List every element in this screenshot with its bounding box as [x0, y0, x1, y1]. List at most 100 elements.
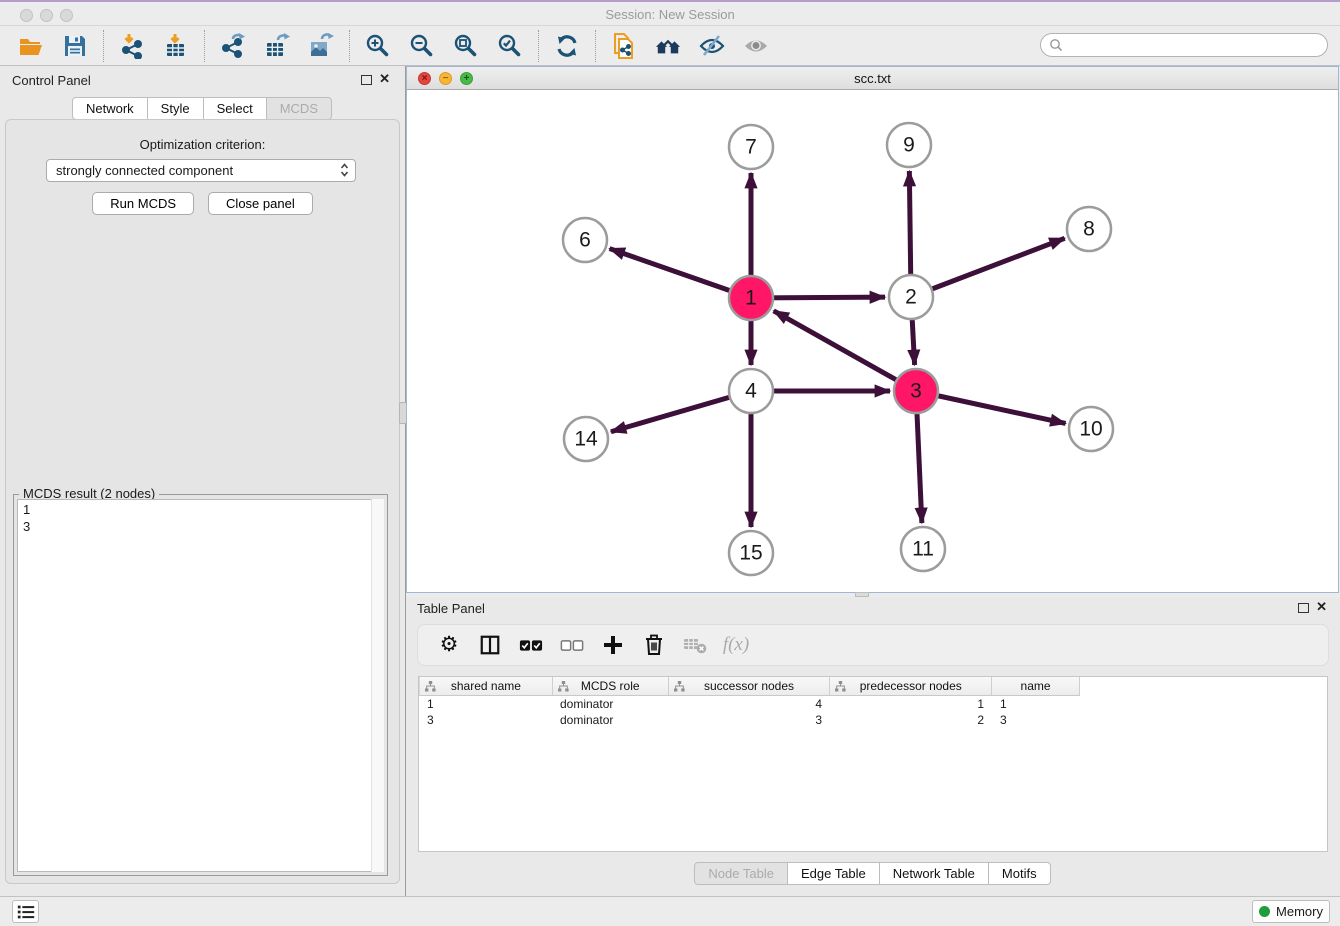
show-column-panel-icon[interactable] [478, 633, 502, 657]
zoom-out-icon[interactable] [409, 33, 435, 59]
tab-mcds[interactable]: MCDS [266, 97, 332, 120]
cell-successor-nodes[interactable]: 3 [668, 713, 830, 727]
cell-predecessor-nodes[interactable]: 1 [830, 697, 992, 711]
optimization-select[interactable]: strongly connected component [46, 159, 356, 182]
duplicate-network-icon[interactable] [611, 33, 637, 59]
task-history-button[interactable] [12, 900, 39, 923]
table-panel-title: Table Panel [417, 601, 485, 616]
control-panel-title: Control Panel [12, 73, 91, 88]
attribute-icon [835, 681, 846, 692]
table-panel-float-icon[interactable] [1298, 603, 1309, 613]
svg-text:1: 1 [745, 287, 757, 310]
table-panel-close-icon[interactable]: ✕ [1316, 599, 1327, 615]
graph-node-10[interactable]: 10 [1069, 407, 1113, 451]
import-table-icon[interactable] [163, 33, 189, 59]
attribute-icon [674, 681, 685, 692]
tab-edge-table[interactable]: Edge Table [787, 862, 880, 885]
mcds-buttons: Run MCDS Close panel [6, 192, 399, 215]
graph-node-11[interactable]: 11 [901, 527, 945, 571]
graph-node-7[interactable]: 7 [729, 125, 773, 169]
graph-node-4[interactable]: 4 [729, 369, 773, 413]
svg-text:3: 3 [910, 380, 922, 403]
table-row[interactable]: 3 dominator 3 2 3 [419, 712, 1327, 728]
edge-2-8[interactable] [911, 238, 1065, 297]
export-image-icon[interactable] [308, 33, 334, 59]
select-all-rows-icon[interactable] [519, 633, 543, 657]
cell-successor-nodes[interactable]: 4 [668, 697, 830, 711]
tab-motifs[interactable]: Motifs [988, 862, 1051, 885]
hide-selected-icon[interactable] [699, 33, 725, 59]
export-table-icon[interactable] [264, 33, 290, 59]
cell-shared-name[interactable]: 3 [419, 713, 552, 727]
tab-style[interactable]: Style [147, 97, 204, 120]
graph-node-1[interactable]: 1 [729, 276, 773, 320]
cell-shared-name[interactable]: 1 [419, 697, 552, 711]
main-toolbar [0, 26, 1340, 66]
export-network-icon[interactable] [220, 33, 246, 59]
memory-status-icon [1259, 906, 1270, 917]
graph-node-14[interactable]: 14 [564, 417, 608, 461]
cell-mcds-role[interactable]: dominator [552, 697, 668, 711]
network-view-window: × − + scc.txt 7968124314101511 [406, 66, 1339, 593]
column-header-shared-name[interactable]: shared name [420, 677, 553, 695]
network-canvas[interactable]: 7 9 6 8 1 2 4 3 14 10 15 11 [407, 90, 1338, 592]
graph-node-3[interactable]: 3 [894, 369, 938, 413]
cell-name[interactable]: 3 [992, 713, 1080, 727]
tab-network[interactable]: Network [72, 97, 148, 120]
import-network-icon[interactable] [119, 33, 145, 59]
result-scrollbar[interactable] [371, 499, 384, 872]
tab-select[interactable]: Select [203, 97, 267, 120]
cell-predecessor-nodes[interactable]: 2 [830, 713, 992, 727]
save-session-icon[interactable] [62, 33, 88, 59]
toolbar-separator [103, 30, 104, 62]
toolbar-separator [538, 30, 539, 62]
create-column-icon[interactable] [601, 633, 625, 657]
graph-node-2[interactable]: 2 [889, 275, 933, 319]
edge-3-1[interactable] [774, 311, 916, 391]
zoom-in-icon[interactable] [365, 33, 391, 59]
control-panel-close-icon[interactable]: ✕ [379, 71, 390, 87]
column-header-mcds-role[interactable]: MCDS role [553, 677, 669, 695]
graph-node-6[interactable]: 6 [563, 218, 607, 262]
column-header-predecessor-nodes[interactable]: predecessor nodes [830, 677, 992, 695]
search-field[interactable] [1040, 33, 1328, 57]
first-neighbors-icon[interactable] [655, 33, 681, 59]
column-header-name[interactable]: name [992, 677, 1080, 695]
attribute-icon [425, 681, 436, 692]
graph-node-9[interactable]: 9 [887, 123, 931, 167]
refresh-icon[interactable] [554, 33, 580, 59]
graph-node-15[interactable]: 15 [729, 531, 773, 575]
close-panel-button[interactable]: Close panel [208, 192, 313, 215]
control-panel-float-icon[interactable] [361, 75, 372, 85]
open-session-icon[interactable] [18, 33, 44, 59]
memory-button[interactable]: Memory [1252, 900, 1330, 923]
list-icon [16, 902, 36, 922]
svg-text:11: 11 [912, 538, 934, 561]
table-options-icon[interactable]: ⚙ [437, 633, 461, 657]
select-stepper-icon [340, 161, 349, 181]
zoom-fit-icon[interactable] [453, 33, 479, 59]
deselect-all-rows-icon[interactable] [560, 633, 584, 657]
table-panel: Table Panel ✕ ⚙ f(x) [406, 597, 1340, 896]
column-header-successor-nodes[interactable]: successor nodes [669, 677, 831, 695]
table-toolbar: ⚙ f(x) [417, 624, 1329, 666]
apply-function-icon[interactable]: f(x) [724, 633, 748, 657]
delete-table-icon[interactable] [683, 633, 707, 657]
search-input[interactable] [1063, 35, 1327, 55]
table-tabs: Node Table Edge Table Network Table Moti… [406, 862, 1340, 885]
tab-node-table[interactable]: Node Table [694, 862, 788, 885]
mcds-result-text[interactable]: 1 3 [17, 499, 384, 872]
svg-text:15: 15 [739, 542, 762, 565]
cell-mcds-role[interactable]: dominator [552, 713, 668, 727]
mcds-result-group: MCDS result (2 nodes) 1 3 [13, 494, 388, 876]
delete-columns-icon[interactable] [642, 633, 666, 657]
show-all-icon[interactable] [743, 33, 769, 59]
optimization-select-value: strongly connected component [56, 163, 233, 178]
run-mcds-button[interactable]: Run MCDS [92, 192, 194, 215]
zoom-selected-icon[interactable] [497, 33, 523, 59]
cell-name[interactable]: 1 [992, 697, 1080, 711]
table-row[interactable]: 1 dominator 4 1 1 [419, 696, 1327, 712]
tab-network-table[interactable]: Network Table [879, 862, 989, 885]
graph-node-8[interactable]: 8 [1067, 207, 1111, 251]
svg-text:4: 4 [745, 380, 757, 403]
